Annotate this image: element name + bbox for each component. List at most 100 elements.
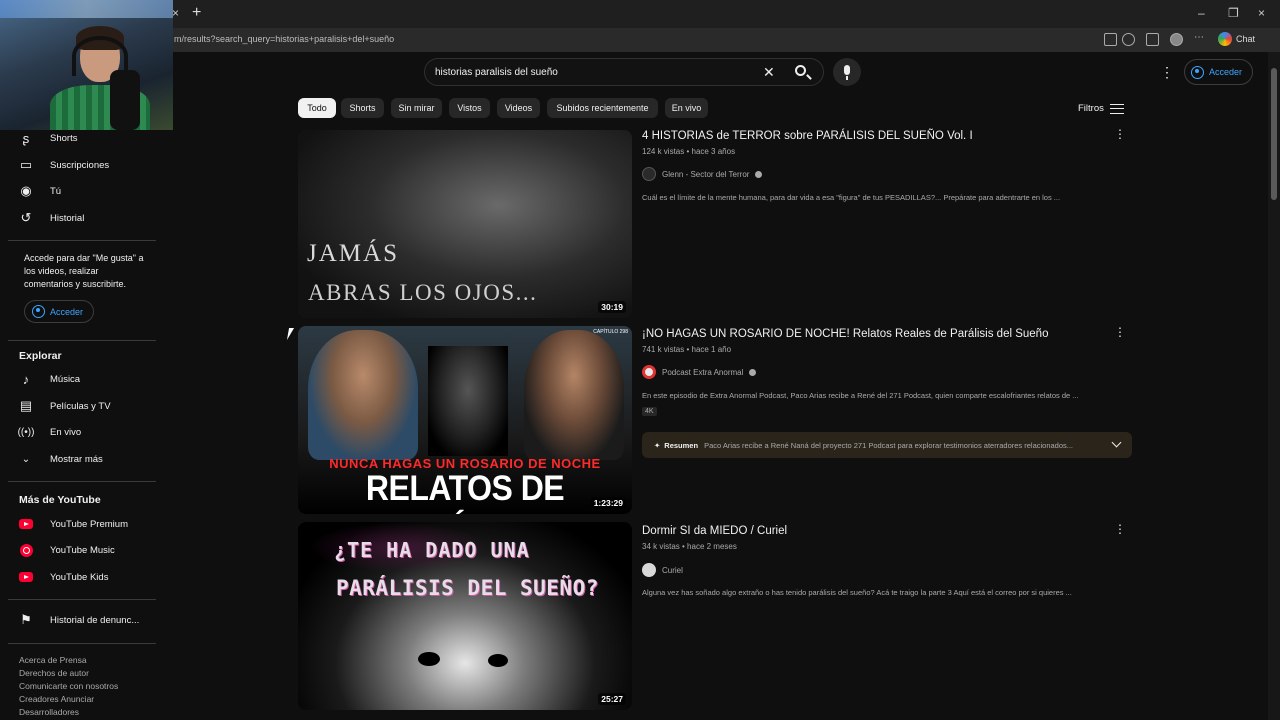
quality-badge: 4K	[642, 407, 657, 416]
footer-link[interactable]: Acerca de Prensa	[19, 655, 87, 665]
channel-link[interactable]: Podcast Extra Anormal	[642, 365, 757, 379]
minimize-window-button[interactable]: –	[1198, 6, 1205, 20]
host-right-image	[524, 330, 624, 460]
sidebar-item-label: Historial de denunc...	[50, 614, 140, 626]
sidebar-item-label: Mostrar más	[50, 453, 103, 465]
channel-avatar	[642, 167, 656, 181]
new-tab-button[interactable]: +	[192, 4, 201, 22]
user-circle-icon	[1191, 65, 1204, 79]
video-thumbnail[interactable]: JAMÁS ABRAS LOS OJOS... 30:19	[298, 130, 632, 318]
sidebar-item-label: En vivo	[50, 426, 82, 438]
footer-link[interactable]: Creadores Anunciar	[19, 694, 94, 704]
verified-icon	[749, 368, 757, 376]
flag-icon: ⚑	[20, 612, 32, 627]
thumbnail-text: ¿TE HA DADO UNA	[334, 538, 530, 562]
sidebar-signin-button[interactable]: Acceder	[24, 300, 95, 323]
chip-videos[interactable]: Videos	[497, 98, 540, 118]
close-tab-icon[interactable]: ×	[172, 6, 179, 20]
sidebar-item-music[interactable]: ♪ Música	[18, 368, 80, 390]
sidebar-item-live[interactable]: ((•)) En vivo	[17, 421, 82, 443]
video-description: Alguna vez has soñado algo extraño o has…	[642, 588, 1072, 597]
chip-en-vivo[interactable]: En vivo	[665, 98, 708, 118]
close-window-button[interactable]: ×	[1258, 6, 1265, 20]
browser-tab-bar: × + – ❐ ×	[0, 0, 1280, 28]
live-icon: ((•))	[17, 426, 35, 438]
sidebar-item-label: Música	[50, 373, 81, 385]
sidebar-item-subscriptions[interactable]: ▭ Suscripciones	[18, 154, 109, 176]
chip-sin-mirar[interactable]: Sin mirar	[391, 98, 442, 118]
shorts-icon: ʂ	[22, 130, 30, 146]
video-title[interactable]: ¡NO HAGAS UN ROSARIO DE NOCHE! Relatos R…	[642, 328, 1048, 340]
microphone	[110, 70, 140, 130]
search-box[interactable]: historias paralisis del sueño ✕	[424, 58, 824, 86]
sidebar-item-label: Tú	[50, 185, 62, 197]
chip-subidos-recientemente[interactable]: Subidos recientemente	[547, 98, 658, 118]
video-description: Cuál es el límite de la mente humana, pa…	[642, 193, 1061, 202]
video-meta: 741 k vistas • hace 1 año	[642, 345, 732, 354]
chip-shorts[interactable]: Shorts	[341, 98, 384, 118]
copilot-chat-button[interactable]: Chat	[1218, 32, 1255, 46]
history-icon: ↺	[20, 210, 32, 225]
footer-link[interactable]: Comunicarte con nosotros	[19, 681, 118, 691]
sidebar-item-shorts[interactable]: ʂ Shorts	[18, 127, 78, 149]
search-input[interactable]: historias paralisis del sueño	[435, 67, 558, 78]
video-meta: 124 k vistas • hace 3 años	[642, 147, 736, 156]
led-lights	[0, 0, 173, 18]
search-button[interactable]	[784, 58, 824, 86]
video-duration: 30:19	[598, 301, 626, 313]
sidebar-item-youtube-premium[interactable]: YouTube Premium	[18, 513, 128, 535]
creature-image	[428, 346, 508, 456]
thumbnail-text: ABRAS LOS OJOS...	[308, 280, 538, 305]
header-signin-button[interactable]: Acceder	[1184, 59, 1254, 85]
clear-search-icon[interactable]: ✕	[763, 64, 775, 81]
sidebar-item-label: Historial	[50, 212, 85, 224]
app-icon[interactable]	[1104, 33, 1117, 46]
video-kebab-icon[interactable]: ⋮	[1114, 127, 1126, 141]
scrollbar-thumb[interactable]	[1271, 68, 1277, 200]
video-title[interactable]: Dormir SI da MIEDO / Curiel	[642, 525, 787, 537]
settings-kebab-icon[interactable]: ⋮	[1160, 64, 1174, 81]
thumbnail-text: JAMÁS	[307, 240, 399, 267]
verified-icon	[755, 170, 763, 178]
profile-avatar-icon[interactable]	[1170, 33, 1183, 46]
sidebar-item-report-history[interactable]: ⚑ Historial de denunc...	[18, 609, 139, 631]
page-scrollbar[interactable]	[1268, 52, 1280, 720]
more-options-icon[interactable]: ⋯	[1194, 33, 1207, 46]
chip-vistos[interactable]: Vistos	[449, 98, 490, 118]
footer-link[interactable]: Desarrolladores	[19, 707, 79, 717]
sidebar-item-show-more[interactable]: ⌄ Mostrar más	[18, 448, 103, 470]
sidebar-item-youtube-kids[interactable]: YouTube Kids	[18, 566, 108, 588]
video-duration: 25:27	[598, 693, 626, 705]
video-meta: 34 k vistas • hace 2 meses	[642, 542, 737, 551]
favorite-star-icon[interactable]	[1122, 33, 1135, 46]
video-thumbnail[interactable]: CAPÍTULO 298 NUNCA HAGAS UN ROSARIO DE N…	[298, 326, 632, 514]
video-kebab-icon[interactable]: ⋮	[1114, 522, 1126, 536]
sidebar-item-movies[interactable]: ▤ Películas y TV	[18, 395, 111, 417]
video-thumbnail[interactable]: ¿TE HA DADO UNA PARÁLISIS DEL SUEÑO? 25:…	[298, 522, 632, 710]
face-eye	[418, 652, 440, 666]
footer-link[interactable]: Derechos de autor	[19, 668, 89, 678]
channel-link[interactable]: Curiel	[642, 563, 683, 577]
sidebar-item-label: Suscripciones	[50, 159, 110, 171]
chip-todo[interactable]: Todo	[298, 98, 336, 118]
sidebar-item-label: YouTube Premium	[50, 518, 128, 530]
video-title[interactable]: 4 HISTORIAS de TERROR sobre PARÁLISIS DE…	[642, 130, 973, 142]
sidebar-item-you[interactable]: ◉ Tú	[18, 180, 61, 202]
filters-button[interactable]: Filtros	[1078, 103, 1124, 114]
sidebar-item-youtube-music[interactable]: YouTube Music	[18, 539, 115, 561]
url-text[interactable]: m/results?search_query=historias+paralis…	[174, 34, 394, 44]
video-kebab-icon[interactable]: ⋮	[1114, 325, 1126, 339]
music-icon: ♪	[22, 371, 30, 387]
channel-link[interactable]: Glenn - Sector del Terror	[642, 167, 763, 181]
chevron-down-icon[interactable]	[1111, 437, 1122, 448]
sidebar-item-history[interactable]: ↺ Historial	[18, 207, 85, 229]
collections-icon[interactable]	[1146, 33, 1159, 46]
host-left-image	[308, 330, 418, 460]
maximize-window-button[interactable]: ❐	[1228, 6, 1239, 20]
voice-search-button[interactable]	[833, 58, 861, 86]
signin-label: Acceder	[1209, 67, 1243, 77]
sidebar-item-label: YouTube Kids	[50, 571, 109, 583]
explore-heading: Explorar	[19, 350, 62, 362]
ai-summary-bar[interactable]: ✦ Resumen Paco Arias recibe a René Naná …	[642, 432, 1132, 458]
sidebar-divider	[8, 240, 156, 241]
